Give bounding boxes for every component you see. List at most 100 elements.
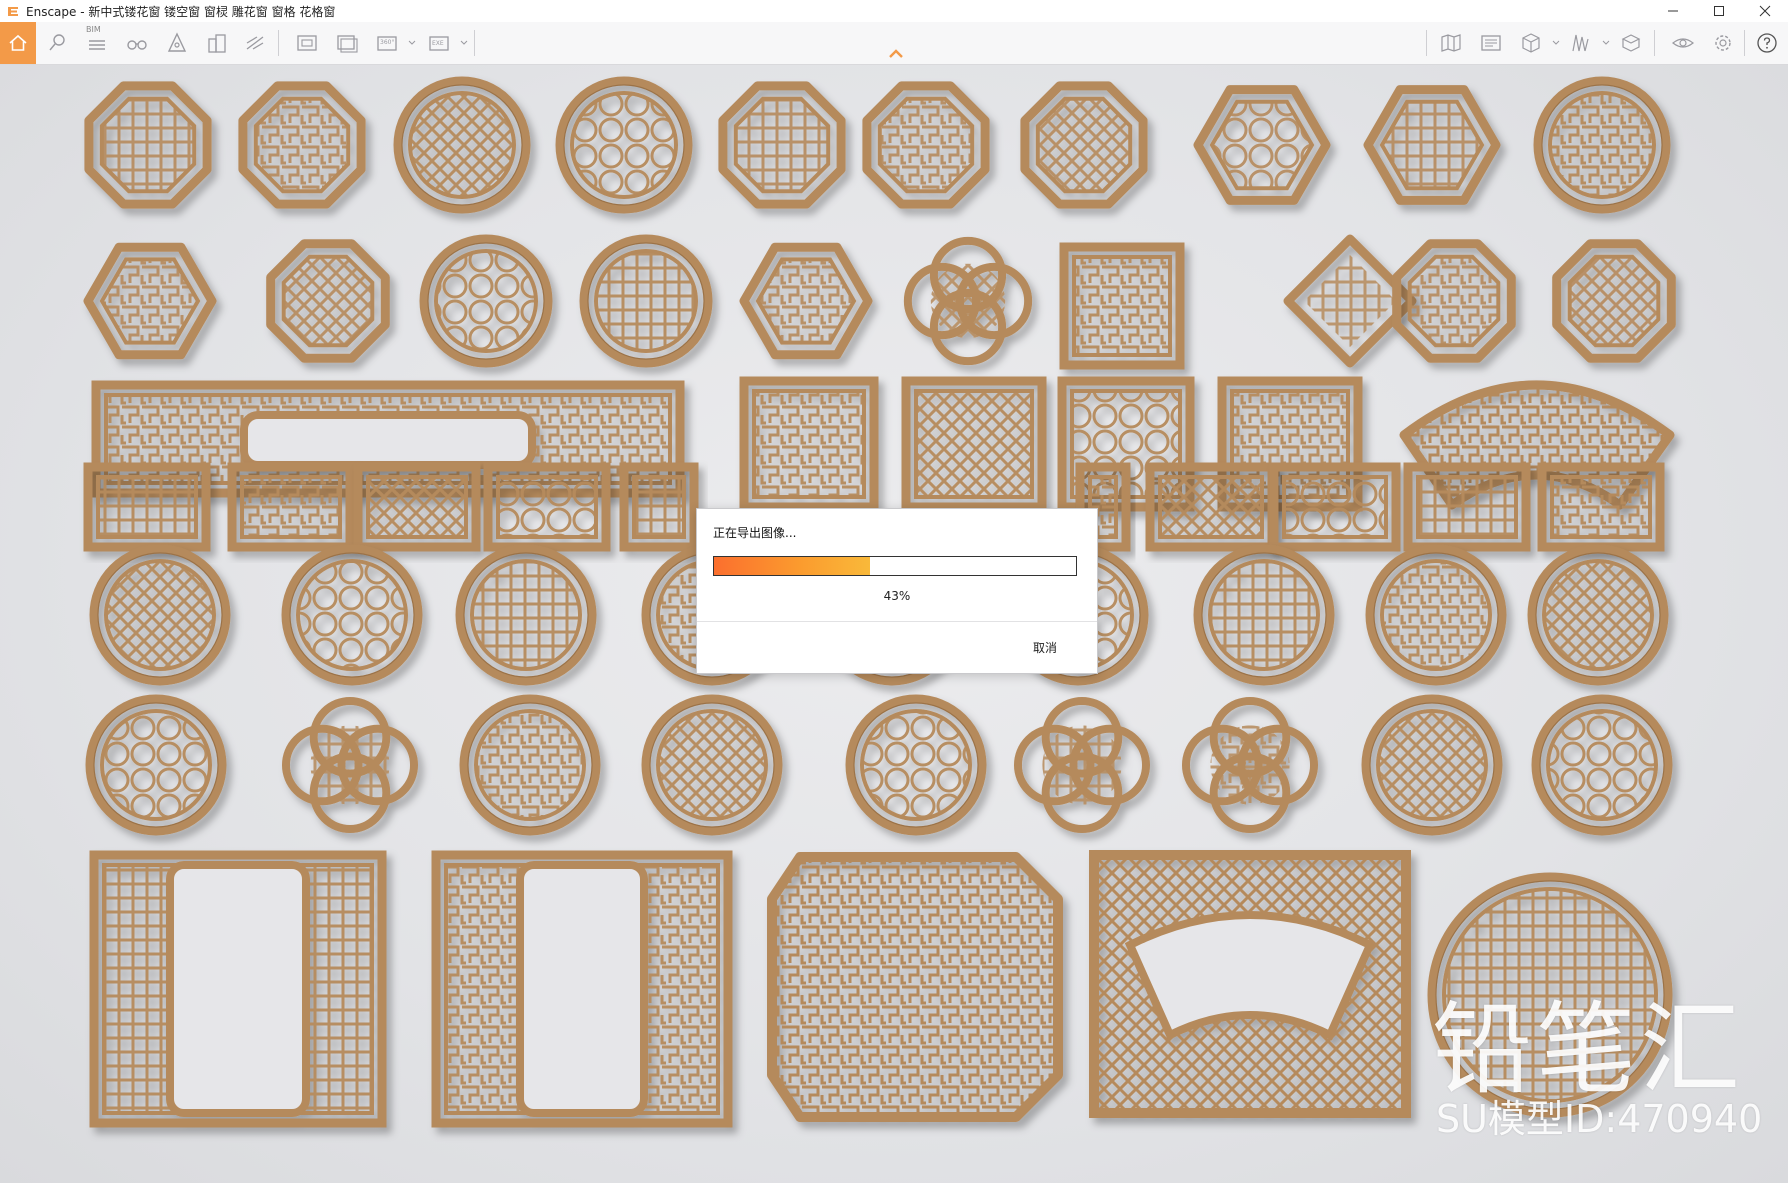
toolbar-separator xyxy=(474,30,475,56)
exe-dropdown[interactable] xyxy=(460,37,468,49)
octagonal-lattice-window xyxy=(767,852,1063,1122)
export-progress-bar xyxy=(713,556,1077,576)
lattice-panel xyxy=(83,462,211,552)
chevron-down-icon xyxy=(1602,40,1610,45)
exe-export-button[interactable]: EXE xyxy=(424,28,454,58)
lattice-panel xyxy=(1145,462,1277,552)
lattice-panel xyxy=(1537,462,1665,552)
lattice-panel xyxy=(739,376,879,512)
navigation-button[interactable] xyxy=(162,28,192,58)
lattice-panel xyxy=(901,376,1047,512)
chevron-down-icon xyxy=(408,40,416,45)
lattice-panel xyxy=(1403,462,1531,552)
lattice-window xyxy=(1193,544,1335,686)
maximize-button[interactable] xyxy=(1696,0,1742,22)
cube-dropdown[interactable] xyxy=(1552,37,1560,49)
pin-button[interactable] xyxy=(42,28,72,58)
map-icon xyxy=(1441,34,1461,52)
lattice-panel xyxy=(1269,462,1401,552)
binoculars-button[interactable] xyxy=(122,28,152,58)
cube-icon xyxy=(1522,33,1540,53)
views-button[interactable] xyxy=(240,28,270,58)
close-button[interactable] xyxy=(1742,0,1788,22)
visual-settings-icon xyxy=(1672,38,1694,48)
pin-icon xyxy=(49,34,65,51)
lattice-window xyxy=(1361,694,1503,836)
lattice-window xyxy=(281,696,419,834)
lattice-window xyxy=(641,694,783,836)
help-icon xyxy=(1757,33,1777,53)
exe-export-icon: EXE xyxy=(429,36,449,51)
bim-list-icon xyxy=(89,40,105,50)
watermark-model-id: SU模型ID:470940 xyxy=(1436,1097,1763,1141)
fan-lattice-panel xyxy=(1089,850,1411,1118)
lattice-window xyxy=(1363,85,1501,205)
lattice-window xyxy=(419,234,553,368)
chevron-down-icon xyxy=(460,40,468,45)
lattice-window xyxy=(393,76,531,214)
cancel-button[interactable]: 取消 xyxy=(1017,635,1073,659)
lattice-window xyxy=(89,544,231,686)
visual-settings-button[interactable] xyxy=(1668,28,1698,58)
asset-dropdown[interactable] xyxy=(1602,37,1610,49)
lattice-window xyxy=(281,544,423,686)
lattice-window xyxy=(1527,544,1669,686)
export-progress-dialog: 正在导出图像... 43% 取消 xyxy=(696,508,1098,674)
window-controls xyxy=(1650,0,1788,22)
collapse-toolbar-chevron-up-icon[interactable] xyxy=(884,46,908,60)
minimize-button[interactable] xyxy=(1650,0,1696,22)
toolbar-separator xyxy=(1744,30,1745,56)
lattice-panel xyxy=(483,462,611,552)
upload-icon xyxy=(1481,35,1501,51)
asset-library-button[interactable] xyxy=(1566,28,1596,58)
panorama-360-button[interactable]: 360° xyxy=(372,28,402,58)
lattice-window xyxy=(579,234,713,368)
lattice-window xyxy=(1533,76,1671,214)
title-bar: Enscape - 新中式镂花窗 镂空窗 窗棂 雕花窗 窗格 花格窗 xyxy=(0,0,1788,22)
home-icon xyxy=(9,34,27,51)
dialog-title: 正在导出图像... xyxy=(713,526,797,540)
bim-list-button[interactable] xyxy=(82,28,112,58)
close-icon xyxy=(1759,5,1771,17)
binoculars-icon xyxy=(127,40,147,50)
lattice-window xyxy=(1552,239,1676,363)
enscape-logo-icon xyxy=(8,7,18,16)
buildings-button[interactable] xyxy=(202,28,232,58)
toolbar-separator xyxy=(1426,30,1427,56)
chevron-down-icon xyxy=(1552,40,1560,45)
lattice-window xyxy=(459,694,601,836)
asset-library-icon xyxy=(1572,34,1589,52)
lattice-window xyxy=(83,242,217,360)
lattice-window xyxy=(1013,696,1151,834)
svg-text:360°: 360° xyxy=(380,39,394,46)
navigation-icon xyxy=(167,32,187,52)
panorama-dropdown[interactable] xyxy=(408,37,416,49)
panorama-360-icon: 360° xyxy=(377,36,397,51)
lattice-window xyxy=(1193,85,1331,205)
lattice-window xyxy=(1181,696,1319,834)
progress-percent: 43% xyxy=(883,589,911,603)
home-button[interactable] xyxy=(0,22,36,64)
cube-button[interactable] xyxy=(1516,28,1546,58)
settings-button[interactable] xyxy=(1708,28,1738,58)
screenshot-button[interactable] xyxy=(292,28,322,58)
materials-icon xyxy=(1621,34,1641,52)
lattice-window xyxy=(455,544,597,686)
screenshot-icon xyxy=(297,35,317,51)
lattice-window xyxy=(85,694,227,836)
window-title: Enscape - 新中式镂花窗 镂空窗 窗棂 雕花窗 窗格 花格窗 xyxy=(26,4,336,19)
lattice-window xyxy=(1365,544,1507,686)
settings-icon xyxy=(1715,35,1731,51)
materials-button[interactable] xyxy=(1616,28,1646,58)
upload-button[interactable] xyxy=(1476,28,1506,58)
lattice-panel xyxy=(619,462,699,552)
lattice-window xyxy=(845,694,987,836)
map-button[interactable] xyxy=(1436,28,1466,58)
help-button[interactable] xyxy=(1752,28,1782,58)
lattice-window xyxy=(718,81,846,209)
views-icon xyxy=(246,36,264,50)
export-progress-fill xyxy=(714,557,870,575)
lattice-panel xyxy=(431,850,733,1128)
lattice-window xyxy=(1531,694,1673,836)
batch-render-button[interactable] xyxy=(332,28,362,58)
